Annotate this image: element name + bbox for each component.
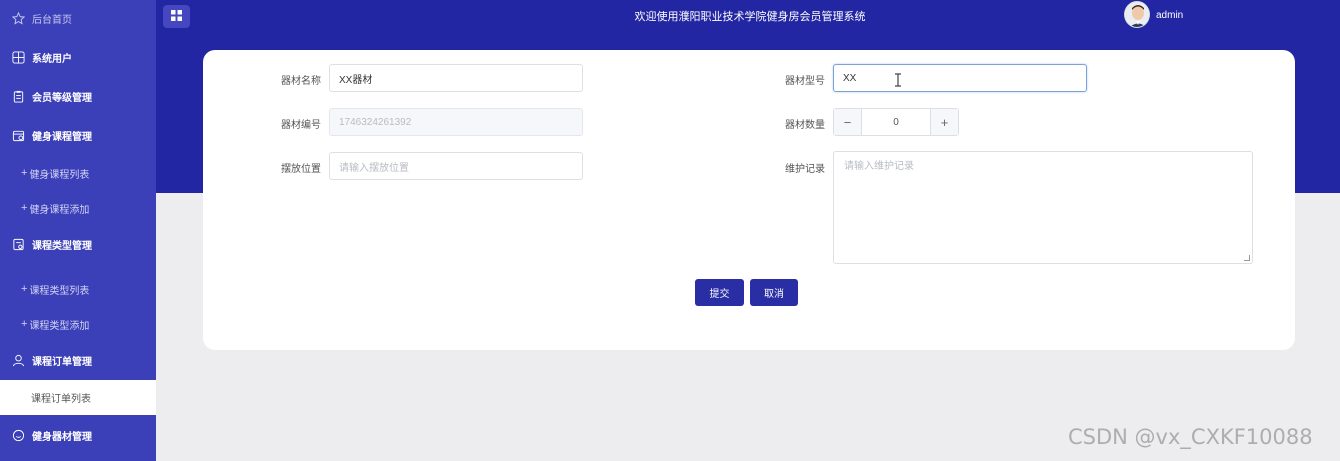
submit-button[interactable]: 提交: [695, 279, 744, 306]
grid-icon: [12, 50, 25, 64]
calendar-icon: [12, 129, 25, 142]
sidebar-item-label: 健身课程添加: [29, 204, 90, 216]
chat-icon: [12, 429, 25, 442]
document-icon: [12, 238, 25, 251]
sidebar-subitem-course-add[interactable]: + 健身课程添加: [0, 191, 156, 225]
equipment-model-input[interactable]: XX: [833, 64, 1087, 92]
sidebar-item-label: 会员等级管理: [32, 92, 92, 104]
quantity-increase-button[interactable]: +: [930, 109, 958, 135]
sidebar-subitem-course-type-list[interactable]: + 课程类型列表: [0, 272, 156, 306]
quantity-value[interactable]: 0: [862, 109, 930, 135]
maintenance-label: 维护记录: [785, 164, 825, 175]
user-icon: [12, 354, 25, 367]
plus-icon: +: [21, 318, 28, 330]
sidebar-item-label: 后台首页: [32, 14, 72, 26]
star-icon: [12, 11, 25, 25]
sidebar-item-label: 健身课程列表: [29, 169, 90, 181]
text-cursor-icon: [895, 73, 901, 87]
sidebar-item-course-type-mgmt[interactable]: 课程类型管理: [0, 226, 156, 262]
equipment-code-input: 1746324261392: [329, 108, 583, 136]
sidebar-item-course-mgmt[interactable]: 健身课程管理: [0, 117, 156, 153]
maintenance-textarea[interactable]: 请输入维护记录: [833, 151, 1253, 264]
sidebar-item-label: 健身课程管理: [32, 131, 92, 143]
equipment-model-label: 器材型号: [785, 76, 825, 87]
sidebar-item-home[interactable]: 后台首页: [0, 0, 156, 36]
sidebar-subitem-course-list[interactable]: + 健身课程列表: [0, 156, 156, 190]
quantity-decrease-button[interactable]: −: [834, 109, 862, 135]
sidebar-subitem-order-list[interactable]: 课程订单列表: [0, 380, 156, 415]
sidebar-item-label: 课程订单列表: [31, 394, 91, 405]
username-label[interactable]: admin: [1156, 10, 1183, 21]
equipment-name-input[interactable]: XX器材: [329, 64, 583, 92]
maintenance-placeholder: 请输入维护记录: [844, 161, 914, 172]
avatar[interactable]: [1124, 1, 1150, 28]
sidebar-item-label: 课程类型添加: [29, 320, 90, 332]
sidebar-item-label: 系统用户: [32, 53, 72, 65]
sidebar-item-label: 课程类型列表: [29, 285, 90, 297]
quantity-stepper: − 0 +: [833, 108, 959, 136]
clipboard-icon: [12, 90, 25, 103]
sidebar-item-order-mgmt[interactable]: 课程订单管理: [0, 342, 156, 378]
equipment-quantity-label: 器材数量: [785, 120, 825, 131]
sidebar-subitem-course-type-add[interactable]: + 课程类型添加: [0, 307, 156, 341]
page-title: 欢迎使用濮阳职业技术学院健身房会员管理系统: [634, 11, 866, 23]
resize-handle-icon[interactable]: [1244, 255, 1250, 261]
sidebar-item-member-level[interactable]: 会员等级管理: [0, 78, 156, 114]
plus-icon: +: [21, 202, 28, 214]
menu-toggle-button[interactable]: [163, 5, 190, 28]
sidebar: 后台首页 系统用户 会员等级管理 健身课程管理 + 健身课程列表 + 健身课程添…: [0, 0, 156, 461]
equipment-code-label: 器材编号: [281, 120, 321, 131]
sidebar-item-label: 课程类型管理: [32, 240, 92, 252]
plus-icon: +: [21, 283, 28, 295]
sidebar-item-label: 课程订单管理: [32, 356, 92, 368]
sidebar-item-label: 健身器材管理: [32, 431, 92, 443]
watermark: CSDN @vx_CXKF10088: [1068, 425, 1313, 449]
equipment-name-label: 器材名称: [281, 76, 321, 87]
sidebar-item-system-users[interactable]: 系统用户: [0, 39, 156, 75]
location-label: 摆放位置: [281, 164, 321, 175]
plus-icon: +: [21, 167, 28, 179]
location-input[interactable]: 请输入摆放位置: [329, 152, 583, 180]
cancel-button[interactable]: 取消: [750, 279, 798, 306]
sidebar-item-equipment-mgmt[interactable]: 健身器材管理: [0, 417, 156, 453]
apps-grid-icon: [171, 9, 182, 24]
